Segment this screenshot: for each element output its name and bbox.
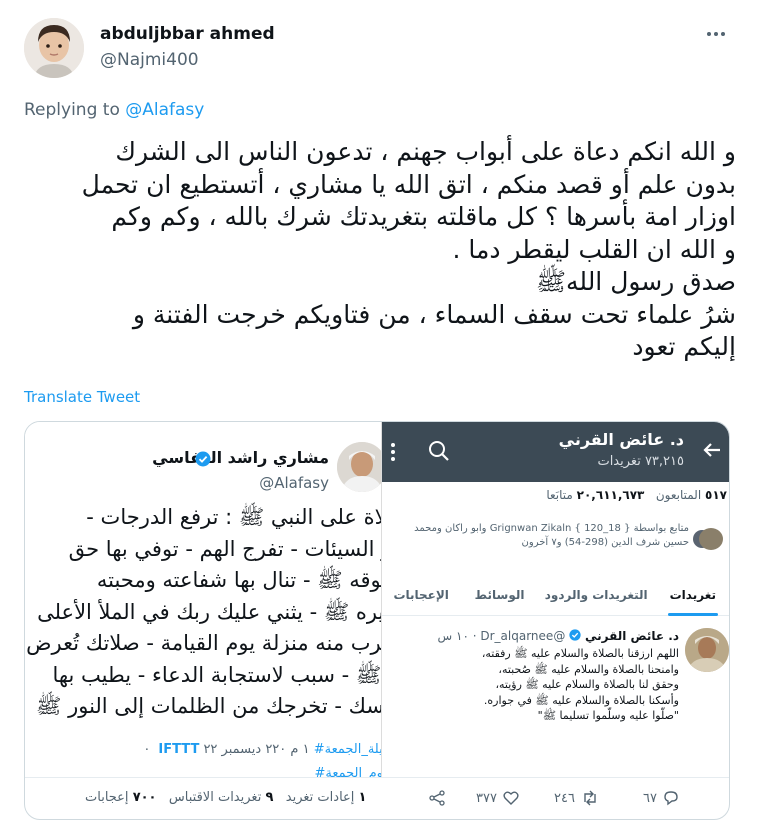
hashtag: يوم_الجمعة# xyxy=(314,766,382,777)
retweet-icon xyxy=(584,790,596,806)
profile-tweet-avatar xyxy=(685,628,729,672)
profile-tweet-time: · ١٠ س xyxy=(437,629,477,643)
embedded-line: وقيره ﷺ - يثني عليك ربك في الملأ الأعلى xyxy=(37,599,381,624)
tweet-line: صدق رسول اللهﷺ xyxy=(535,267,736,296)
engagement-stats: ١ إعادات تغريد ٩ تغريدات الاقتباس ٧٠٠ إع… xyxy=(85,790,366,805)
action-bar: ٦٧ ٢٤٦ ٣٧٧ ١ إعادات تغريد ٩ تغريدات الاق… xyxy=(25,777,729,819)
tweet-line: إليكم تعود xyxy=(632,332,736,361)
profile-tweet-line: وامنحنا بالصلاة والسلام عليه ﷺ صُحبته، xyxy=(498,662,679,676)
embedded-tweet-body: صلاة على النبي ﷺ : ترفع الدرجات - حو الس… xyxy=(25,502,381,723)
profile-tweet-line: وأسكنا بالصلاة والسلام عليه ﷺ في جواره. xyxy=(483,693,679,707)
tweet-line: شرُ علماء تحت سقف السماء ، من فتاويكم خر… xyxy=(132,299,736,329)
embedded-line: يه ﷺ - سبب لاستجابة الدعاء - يطيب بها xyxy=(52,662,381,687)
follow-counts: ٥١٧ المتابعون ٢٠,٦١١,٦٧٣ متابَعا xyxy=(546,488,727,502)
replying-to: Replying to @Alafasy xyxy=(24,100,204,120)
user-name[interactable]: abduljbbar ahmed xyxy=(100,24,275,44)
heart-icon xyxy=(503,791,519,805)
profile-tweet-body: اللهم ارزقنا بالصلاة والسلام عليه ﷺ رفقت… xyxy=(399,646,679,724)
retweets-count[interactable]: ١ xyxy=(359,790,367,805)
tab-likes: الإعجابات xyxy=(393,588,449,602)
replying-mention-link[interactable]: @Alafasy xyxy=(125,100,204,120)
following-label: متابَعا xyxy=(546,488,573,502)
embedded-line: حقوقه ﷺ - تنال بها شفاعته ومحبته xyxy=(96,568,381,592)
followers-label: المتابعون xyxy=(655,488,702,502)
user-handle[interactable]: @Najmi400 xyxy=(100,50,199,70)
profile-tweet-author: د. عائض القرني xyxy=(584,629,679,643)
profile-tweet-handle: @Dr_alqarnee xyxy=(480,629,566,643)
verified-badge-icon xyxy=(195,451,211,467)
embedded-line: القرب منه منزلة يوم القيامة - صلاتك تُعر… xyxy=(26,631,381,655)
profile-title: د. عائض القرني xyxy=(558,430,684,449)
tweet-text: و الله انكم دعاة على أبواب جهنم ، تدعون … xyxy=(24,136,736,364)
profile-tabs: تغريدات التغريدات والردود الوسائط الإعجا… xyxy=(382,574,729,616)
profile-tweet-line: "صلّوا عليه وسلّموا تسليما ﷺ" xyxy=(537,709,679,722)
likes-count[interactable]: ٧٠٠ xyxy=(133,790,157,805)
embedded-avatar xyxy=(337,442,381,492)
likes-label: إعجابات xyxy=(85,790,129,805)
embedded-meta: ليلة_الجمعة# ١ م ٢٢٠ ديسمبر ٢٢ ٠IFTTT xyxy=(143,742,381,757)
tweet-header: abduljbbar ahmed @Najmi400 xyxy=(24,18,736,80)
tab-media: الوسائط xyxy=(474,588,525,602)
tweet-line: بدون علم أو قصد منكم ، اتق الله يا مشاري… xyxy=(81,169,736,199)
embedded-reply-count: ٦٧ xyxy=(643,790,679,806)
verified-badge-icon xyxy=(569,629,581,641)
profile-tweet-header: د. عائض القرني @Dr_alqarnee · ١٠ س xyxy=(438,629,679,643)
tweet-line: و الله ان القلب ليقطر دما . xyxy=(452,234,736,264)
quotes-label: تغريدات الاقتباس xyxy=(168,790,262,805)
hashtag: ليلة_الجمعة# xyxy=(313,742,381,757)
embedded-line: جلسك - تخرجك من الظلمات إلى النور ﷺ xyxy=(36,694,381,718)
translate-tweet-link[interactable]: Translate Tweet xyxy=(24,388,140,406)
replying-prefix: Replying to xyxy=(24,100,126,120)
embedded-tweet-screenshot: مشاري راشد العفاسي @Alafasy صلاة على الن… xyxy=(25,422,381,777)
search-icon xyxy=(428,440,450,466)
reply-count: ٦٧ xyxy=(643,790,657,806)
embedded-like-count: ٣٧٧ xyxy=(476,790,519,806)
followers-count: ٥١٧ xyxy=(705,488,727,502)
more-vertical-icon xyxy=(390,442,396,462)
tweet-line: اوزار امة بأسرها ؟ كل ماقلته بتغريدتك شر… xyxy=(111,202,736,231)
embedded-profile-screenshot: د. عائض القرني ٧٣,٢١٥ تغريدات ٥١٧ المتاب… xyxy=(381,422,729,777)
reply-icon xyxy=(664,791,678,806)
retweets-label: إعادات تغريد xyxy=(285,790,355,805)
followed-by-text: متابع بواسطة { 18_120 } Grignwan Zikaln … xyxy=(414,523,689,548)
tab-tweets-replies: التغريدات والردود xyxy=(544,588,648,602)
embedded-user-name: مشاري راشد العفاسي xyxy=(152,448,329,467)
more-options-icon[interactable] xyxy=(698,20,734,48)
profile-tweet-count: ٧٣,٢١٥ تغريدات xyxy=(597,454,684,469)
following-count: ٢٠,٦١١,٦٧٣ xyxy=(576,488,645,502)
tab-tweets: تغريدات xyxy=(654,574,729,616)
embedded-line: حو السيئات - تفرج الهم - توفي بها حق xyxy=(68,536,381,561)
quotes-count[interactable]: ٩ xyxy=(265,790,273,805)
attached-image-card[interactable]: مشاري راشد العفاسي @Alafasy صلاة على الن… xyxy=(24,421,730,820)
profile-tweet-line: اللهم ارزقنا بالصلاة والسلام عليه ﷺ رفقت… xyxy=(481,647,679,660)
follower-avatar xyxy=(699,528,723,550)
embedded-user-handle: @Alafasy xyxy=(259,474,329,492)
back-arrow-icon xyxy=(702,440,722,466)
share-icon[interactable] xyxy=(429,790,445,806)
embedded-source: IFTTT xyxy=(158,742,200,757)
avatar[interactable] xyxy=(24,18,84,78)
embedded-line: صلاة على النبي ﷺ : ترفع الدرجات - xyxy=(86,505,381,529)
retweet-count: ٢٤٦ xyxy=(554,790,575,806)
like-count: ٣٧٧ xyxy=(476,790,497,806)
profile-tweet-line: وحقق لنا بالصلاة والسلام عليه ﷺ رؤيته، xyxy=(495,678,679,691)
profile-header-bar: د. عائض القرني ٧٣,٢١٥ تغريدات xyxy=(382,422,729,482)
tweet-line: و الله انكم دعاة على أبواب جهنم ، تدعون … xyxy=(115,137,736,166)
embedded-retweet-count: ٢٤٦ xyxy=(554,790,599,806)
